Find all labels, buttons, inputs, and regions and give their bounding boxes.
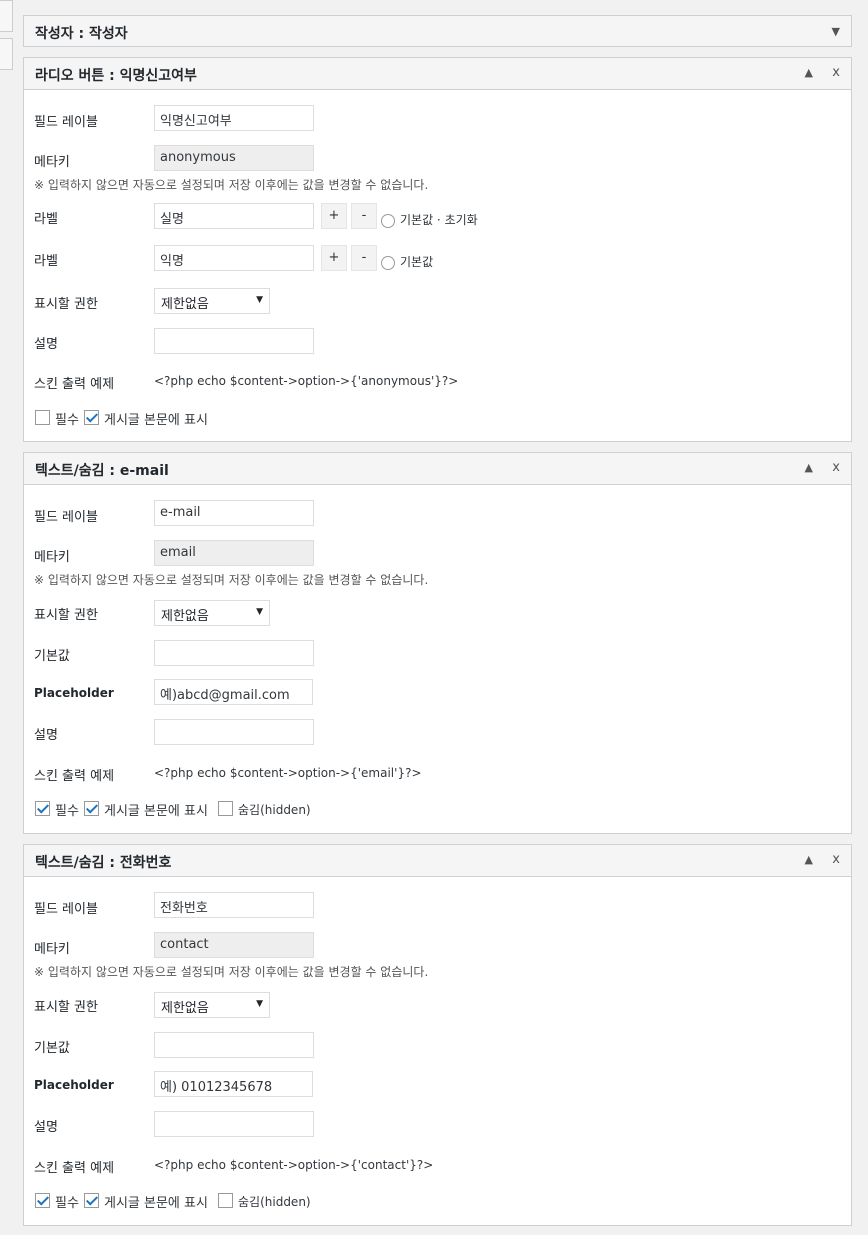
permission-value: 제한없음 bbox=[161, 609, 209, 624]
skin-example-code: <?php echo $content->option->{'email'}?> bbox=[154, 766, 422, 780]
required-checkbox[interactable] bbox=[35, 801, 50, 816]
permission-label: 표시할 권한 bbox=[34, 608, 98, 623]
skin-example-label: 스킨 출력 예제 bbox=[34, 769, 115, 784]
description-input[interactable] bbox=[154, 719, 314, 745]
add-option-button[interactable]: + bbox=[321, 203, 347, 229]
meta-key-note: ※ 입력하지 않으면 자동으로 설정되며 저장 이후에는 값을 변경할 수 없습… bbox=[34, 178, 429, 192]
panel-header: 텍스트/숨김 : e-mail ▲ x bbox=[24, 453, 851, 485]
hidden-checkbox[interactable] bbox=[218, 1193, 233, 1208]
required-checkbox[interactable] bbox=[35, 1193, 50, 1208]
sidebar-tab[interactable] bbox=[0, 0, 13, 32]
description-label: 설명 bbox=[34, 1120, 58, 1135]
default-radio[interactable] bbox=[381, 256, 395, 270]
default-value-label: 기본값 bbox=[34, 649, 70, 664]
show-in-post-checkbox[interactable] bbox=[84, 801, 99, 816]
description-label: 설명 bbox=[34, 728, 58, 743]
skin-example-label: 스킨 출력 예제 bbox=[34, 1161, 115, 1176]
permission-label: 표시할 권한 bbox=[34, 297, 98, 312]
meta-key-label: 메타키 bbox=[34, 550, 70, 565]
required-label: 필수 bbox=[55, 804, 79, 819]
description-label: 설명 bbox=[34, 337, 58, 352]
default-value-label: 기본값 bbox=[34, 1041, 70, 1056]
panel-title: 라디오 버튼 : 익명신고여부 bbox=[35, 68, 197, 84]
chevron-down-icon: ▼ bbox=[256, 999, 263, 1009]
close-icon[interactable]: x bbox=[832, 852, 840, 867]
required-label: 필수 bbox=[55, 413, 79, 428]
chevron-down-icon: ▼ bbox=[256, 607, 263, 617]
expand-arrow-icon[interactable]: ▼ bbox=[832, 25, 840, 38]
hidden-label: 숨김(hidden) bbox=[238, 1195, 311, 1209]
panel-text-phone: 텍스트/숨김 : 전화번호 ▲ x 필드 레이블 전화번호 메타키 contac… bbox=[23, 844, 852, 1226]
permission-select[interactable]: 제한없음 ▼ bbox=[154, 600, 270, 626]
option-label: 라벨 bbox=[34, 212, 58, 227]
field-label-input[interactable]: e-mail bbox=[154, 500, 314, 526]
collapse-arrow-icon[interactable]: ▲ bbox=[805, 66, 813, 79]
collapse-arrow-icon[interactable]: ▲ bbox=[805, 461, 813, 474]
required-label: 필수 bbox=[55, 1196, 79, 1211]
panel-title: 작성자 : 작성자 bbox=[35, 26, 128, 42]
meta-key-input: anonymous bbox=[154, 145, 314, 171]
chevron-down-icon: ▼ bbox=[256, 295, 263, 305]
skin-example-code: <?php echo $content->option->{'contact'}… bbox=[154, 1158, 434, 1172]
show-in-post-checkbox[interactable] bbox=[84, 410, 99, 425]
panel-title: 텍스트/숨김 : e-mail bbox=[35, 463, 169, 479]
meta-key-input: email bbox=[154, 540, 314, 566]
meta-key-label: 메타키 bbox=[34, 942, 70, 957]
add-option-button[interactable]: + bbox=[321, 245, 347, 271]
permission-select[interactable]: 제한없음 ▼ bbox=[154, 992, 270, 1018]
required-checkbox[interactable] bbox=[35, 410, 50, 425]
default-value-input[interactable] bbox=[154, 1032, 314, 1058]
meta-key-note: ※ 입력하지 않으면 자동으로 설정되며 저장 이후에는 값을 변경할 수 없습… bbox=[34, 573, 429, 587]
show-in-post-label: 게시글 본문에 표시 bbox=[104, 1196, 208, 1211]
panel-author: 작성자 : 작성자 ▼ bbox=[23, 15, 852, 47]
permission-value: 제한없음 bbox=[161, 297, 209, 312]
panel-text-email: 텍스트/숨김 : e-mail ▲ x 필드 레이블 e-mail 메타키 em… bbox=[23, 452, 852, 834]
default-radio[interactable] bbox=[381, 214, 395, 228]
remove-option-button[interactable]: - bbox=[351, 203, 377, 229]
option-label: 라벨 bbox=[34, 254, 58, 269]
meta-key-label: 메타키 bbox=[34, 155, 70, 170]
close-icon[interactable]: x bbox=[832, 460, 840, 475]
panel-header[interactable]: 작성자 : 작성자 ▼ bbox=[24, 16, 851, 46]
placeholder-label: Placeholder bbox=[34, 1078, 114, 1092]
panel-header: 라디오 버튼 : 익명신고여부 ▲ x bbox=[24, 58, 851, 90]
option-2-input[interactable]: 익명 bbox=[154, 245, 314, 271]
show-in-post-label: 게시글 본문에 표시 bbox=[104, 413, 208, 428]
panel-header: 텍스트/숨김 : 전화번호 ▲ x bbox=[24, 845, 851, 877]
skin-example-label: 스킨 출력 예제 bbox=[34, 377, 115, 392]
panel-radio-anonymous: 라디오 버튼 : 익명신고여부 ▲ x 필드 레이블 익명신고여부 메타키 an… bbox=[23, 57, 852, 442]
hidden-checkbox[interactable] bbox=[218, 801, 233, 816]
field-label-input[interactable]: 익명신고여부 bbox=[154, 105, 314, 131]
show-in-post-checkbox[interactable] bbox=[84, 1193, 99, 1208]
left-sidebar-strip bbox=[0, 0, 13, 1235]
close-icon[interactable]: x bbox=[832, 65, 840, 80]
permission-value: 제한없음 bbox=[161, 1001, 209, 1016]
remove-option-button[interactable]: - bbox=[351, 245, 377, 271]
collapse-arrow-icon[interactable]: ▲ bbox=[805, 853, 813, 866]
field-label-label: 필드 레이블 bbox=[34, 115, 98, 130]
hidden-label: 숨김(hidden) bbox=[238, 803, 311, 817]
permission-select[interactable]: 제한없음 ▼ bbox=[154, 288, 270, 314]
field-label-input[interactable]: 전화번호 bbox=[154, 892, 314, 918]
show-in-post-label: 게시글 본문에 표시 bbox=[104, 804, 208, 819]
default-label[interactable]: 기본값 bbox=[400, 253, 433, 270]
default-reset-label[interactable]: 기본값 · 초기화 bbox=[400, 211, 478, 228]
option-1-input[interactable]: 실명 bbox=[154, 203, 314, 229]
description-input[interactable] bbox=[154, 1111, 314, 1137]
skin-example-code: <?php echo $content->option->{'anonymous… bbox=[154, 374, 459, 388]
meta-key-note: ※ 입력하지 않으면 자동으로 설정되며 저장 이후에는 값을 변경할 수 없습… bbox=[34, 965, 429, 979]
placeholder-input[interactable]: 예) 01012345678 bbox=[154, 1071, 313, 1097]
permission-label: 표시할 권한 bbox=[34, 1000, 98, 1015]
meta-key-input: contact bbox=[154, 932, 314, 958]
panel-title: 텍스트/숨김 : 전화번호 bbox=[35, 855, 172, 871]
field-label-label: 필드 레이블 bbox=[34, 902, 98, 917]
default-value-input[interactable] bbox=[154, 640, 314, 666]
description-input[interactable] bbox=[154, 328, 314, 354]
sidebar-tab[interactable] bbox=[0, 38, 13, 70]
placeholder-label: Placeholder bbox=[34, 686, 114, 700]
placeholder-input[interactable]: 예)abcd@gmail.com bbox=[154, 679, 313, 705]
field-label-label: 필드 레이블 bbox=[34, 510, 98, 525]
scrollbar[interactable] bbox=[856, 0, 868, 1235]
